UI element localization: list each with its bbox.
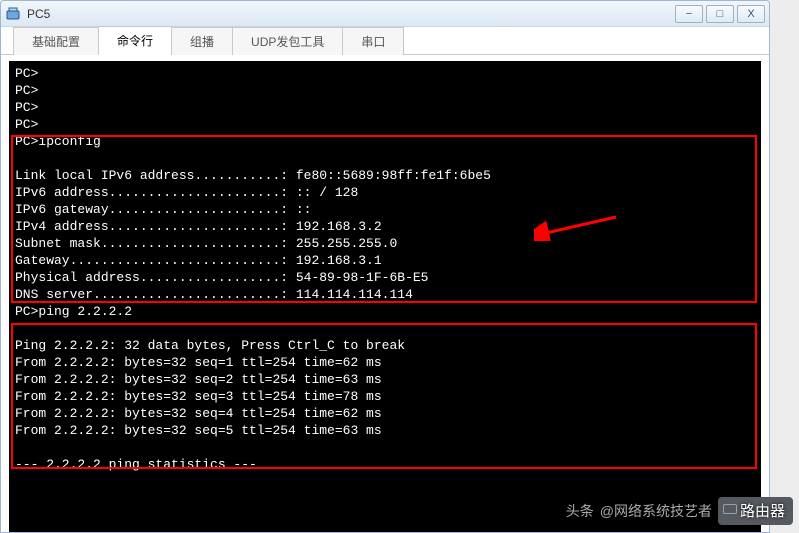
close-button[interactable]: X	[737, 5, 765, 23]
tab-bar: 基础配置 命令行 组播 UDP发包工具 串口	[1, 27, 769, 55]
ipconfig-command: PC>ipconfig	[15, 134, 101, 149]
app-window: PC5 − □ X 基础配置 命令行 组播 UDP发包工具 串口 PC> PC>…	[0, 0, 770, 533]
restore-button[interactable]: □	[706, 5, 734, 23]
output-line: Link local IPv6 address...........: fe80…	[15, 168, 491, 183]
prompt-line: PC>	[15, 117, 38, 132]
tab-basic-config[interactable]: 基础配置	[13, 27, 99, 55]
output-line: Ping 2.2.2.2: 32 data bytes, Press Ctrl_…	[15, 338, 405, 353]
minimize-button[interactable]: −	[675, 5, 703, 23]
prompt-line: PC>	[15, 66, 38, 81]
tab-command-line[interactable]: 命令行	[98, 26, 172, 55]
output-line: IPv6 gateway......................: ::	[15, 202, 311, 217]
prompt-line: PC>	[15, 83, 38, 98]
terminal-output[interactable]: PC> PC> PC> PC> PC>ipconfig Link local I…	[9, 61, 761, 532]
prompt-line: PC>	[15, 100, 38, 115]
arrow-icon	[534, 211, 624, 241]
tab-serial[interactable]: 串口	[342, 27, 404, 55]
output-line: IPv4 address......................: 192.…	[15, 219, 382, 234]
output-line: From 2.2.2.2: bytes=32 seq=5 ttl=254 tim…	[15, 423, 382, 438]
output-line: DNS server........................: 114.…	[15, 287, 413, 302]
output-line: Subnet mask.......................: 255.…	[15, 236, 397, 251]
tab-udp-sender[interactable]: UDP发包工具	[232, 27, 343, 55]
window-title: PC5	[27, 7, 672, 21]
output-line: From 2.2.2.2: bytes=32 seq=2 ttl=254 tim…	[15, 372, 382, 387]
output-line: IPv6 address......................: :: /…	[15, 185, 358, 200]
ping-command: PC>ping 2.2.2.2	[15, 304, 132, 319]
tab-multicast[interactable]: 组播	[171, 27, 233, 55]
output-line: From 2.2.2.2: bytes=32 seq=3 ttl=254 tim…	[15, 389, 382, 404]
app-icon	[5, 6, 21, 22]
output-line: Gateway...........................: 192.…	[15, 253, 382, 268]
title-bar: PC5 − □ X	[1, 1, 769, 27]
output-line: From 2.2.2.2: bytes=32 seq=1 ttl=254 tim…	[15, 355, 382, 370]
output-line: --- 2.2.2.2 ping statistics ---	[15, 457, 257, 472]
output-line: Physical address..................: 54-8…	[15, 270, 428, 285]
output-line: From 2.2.2.2: bytes=32 seq=4 ttl=254 tim…	[15, 406, 382, 421]
